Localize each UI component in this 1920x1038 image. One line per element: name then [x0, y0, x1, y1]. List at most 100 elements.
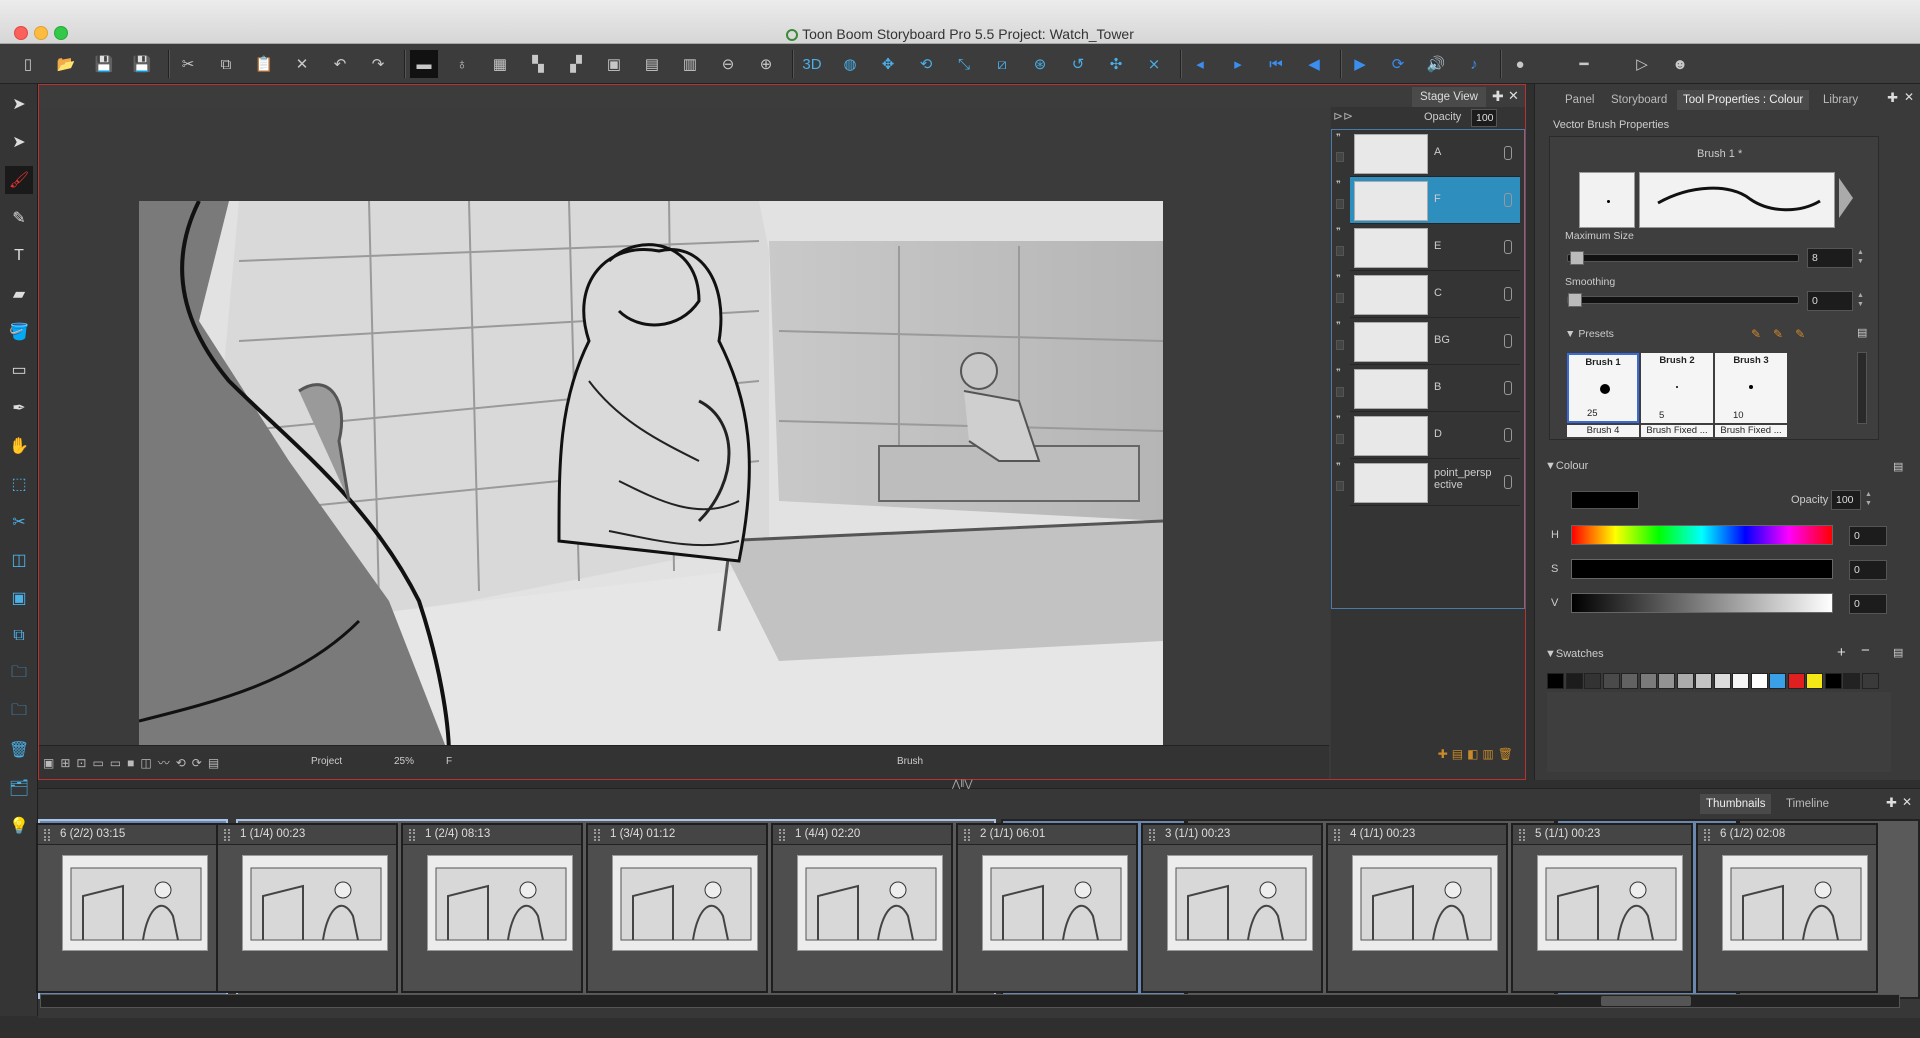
close-panel-tab-icon[interactable]: ✕	[1904, 90, 1914, 104]
storyboard-panel[interactable]: 1 (1/4) 00:23	[216, 823, 398, 993]
delete-panel-icon[interactable]: 🗑	[5, 736, 33, 764]
select-arrow-icon[interactable]: ➤	[5, 90, 33, 118]
hue-slider[interactable]	[1571, 525, 1833, 545]
colour-swatch[interactable]	[1695, 673, 1712, 689]
transform-arrow-icon[interactable]: ➤	[5, 128, 33, 156]
max-size-slider[interactable]	[1567, 251, 1799, 265]
3d-icon[interactable]: 3D	[798, 50, 826, 78]
expand-layers-icon[interactable]: ⊳⊳	[1333, 109, 1353, 123]
redo-icon[interactable]: ↷	[364, 50, 392, 78]
storyboard-panel[interactable]: 4 (1/1) 00:23	[1326, 823, 1508, 993]
person-icon[interactable]: ☻	[1666, 50, 1694, 78]
panel-grip-icon[interactable]	[1334, 829, 1340, 841]
layer-visibility-icon[interactable]: ❞	[1336, 367, 1341, 378]
value-slider[interactable]	[1571, 593, 1833, 613]
panel-grip-icon[interactable]	[44, 829, 50, 841]
colour-swatch[interactable]	[1824, 673, 1842, 689]
add-thumb-tab-icon[interactable]: ✚	[1886, 795, 1897, 811]
play-icon[interactable]: ▶	[1346, 50, 1374, 78]
pencil-icon[interactable]: ✎	[5, 204, 33, 232]
eraser-icon[interactable]: ▰	[5, 280, 33, 308]
smoothing-slider[interactable]	[1567, 293, 1799, 307]
bounding-box-icon[interactable]: ⬚	[5, 470, 33, 498]
layer-lock-icon[interactable]	[1336, 434, 1344, 444]
panel-grip-icon[interactable]	[594, 829, 600, 841]
colour-opacity-spinner[interactable]: ▲ ▼	[1865, 490, 1872, 508]
storyboard-panel[interactable]: 2 (1/1) 06:01	[956, 823, 1138, 993]
open-icon[interactable]: 📂	[52, 50, 80, 78]
layer-lock-icon[interactable]	[1336, 246, 1344, 256]
stage-area[interactable]	[39, 107, 1329, 755]
paste-icon[interactable]: 📋	[250, 50, 278, 78]
colour-swatch[interactable]	[1602, 673, 1620, 689]
tab-library[interactable]: Library	[1817, 90, 1864, 110]
text-icon[interactable]: T	[5, 242, 33, 270]
camera-icon[interactable]: ◍	[836, 50, 864, 78]
layer-link-icon[interactable]	[1504, 381, 1512, 395]
preset-scrollbar[interactable]	[1857, 352, 1867, 424]
first-icon[interactable]: ⏮	[1262, 50, 1290, 78]
layer-visibility-icon[interactable]: ❞	[1336, 132, 1341, 143]
layer-visibility-icon[interactable]: ❞	[1336, 414, 1341, 425]
grid-icon[interactable]: ▦	[486, 50, 514, 78]
brush-preset[interactable]: Brush 3 10	[1715, 353, 1787, 423]
brush-stroke-next-icon[interactable]	[1839, 178, 1853, 218]
layer-link-icon[interactable]	[1504, 475, 1512, 489]
scrub-icon[interactable]: ♪	[1460, 50, 1488, 78]
colour-swatch[interactable]	[1787, 673, 1805, 689]
new-icon[interactable]: ▯	[14, 50, 42, 78]
storyboard-panel[interactable]: 1 (3/4) 01:12	[586, 823, 768, 993]
horizontal-scrollbar[interactable]	[40, 994, 1900, 1008]
add-view-icon[interactable]: ✚	[1492, 88, 1504, 105]
colour-menu-icon[interactable]: ▤	[1893, 460, 1903, 473]
preset-menu-icon[interactable]: ▤	[1857, 326, 1867, 339]
snap-icon[interactable]: ⨯	[1140, 50, 1168, 78]
sound-icon[interactable]: 🔊	[1422, 50, 1450, 78]
layer-lock-icon[interactable]	[1336, 481, 1344, 491]
layer-tool-icon[interactable]: ◫	[5, 546, 33, 574]
layer-row[interactable]: ❞ E	[1336, 224, 1520, 271]
layout4-icon[interactable]: ▤	[638, 50, 666, 78]
colour-swatch[interactable]	[1547, 673, 1564, 689]
add-swatch-icon[interactable]: +	[1837, 644, 1846, 661]
storyboard-panel[interactable]: 5 (1/1) 00:23	[1511, 823, 1693, 993]
colour-swatch[interactable]	[1750, 673, 1768, 689]
layer-visibility-icon[interactable]: ❞	[1336, 320, 1341, 331]
panel-grip-icon[interactable]	[964, 829, 970, 841]
smoothing-knob[interactable]	[1568, 293, 1582, 307]
presets-heading[interactable]: ▼ Presets	[1565, 328, 1614, 340]
layer-lock-icon[interactable]	[1336, 199, 1344, 209]
smoothing-field[interactable]: 0	[1807, 291, 1853, 311]
layer-row[interactable]: ❞ D	[1336, 412, 1520, 459]
light-table-icon[interactable]: ♁	[448, 50, 476, 78]
brush-preset-row2[interactable]: Brush Fixed ...	[1715, 425, 1787, 437]
layer-row[interactable]: ❞ B	[1336, 365, 1520, 412]
skew-icon[interactable]: ⧄	[988, 50, 1016, 78]
save-icon[interactable]: 💾	[90, 50, 118, 78]
brush-preset-row2[interactable]: Brush Fixed ...	[1641, 425, 1713, 437]
layer-visibility-icon[interactable]: ❞	[1336, 273, 1341, 284]
zoom-level-value[interactable]: 25%	[394, 756, 414, 767]
tab-stage-view[interactable]: Stage View	[1412, 87, 1486, 107]
colour-swatch[interactable]	[1806, 673, 1823, 689]
loop-icon[interactable]: ⟳	[1384, 50, 1412, 78]
add-scene-icon[interactable]: 🗀	[5, 660, 33, 688]
brush-preset[interactable]: Brush 2 5	[1641, 353, 1713, 423]
value-field[interactable]: 0	[1849, 594, 1887, 614]
zoom-out-icon[interactable]: ⊖	[714, 50, 742, 78]
current-colour-swatch[interactable]	[1571, 491, 1639, 509]
layer-row[interactable]: ❞ A	[1336, 130, 1520, 177]
colour-swatch[interactable]	[1639, 673, 1657, 689]
layout2-icon[interactable]: ▞	[562, 50, 590, 78]
storyboard-panel[interactable]: 3 (1/1) 00:23	[1141, 823, 1323, 993]
paint-bucket-icon[interactable]: 🪣	[5, 318, 33, 346]
smoothing-spinner[interactable]: ▲ ▼	[1857, 291, 1864, 309]
reset-icon[interactable]: ↺	[1064, 50, 1092, 78]
storyboard-panel[interactable]: 1 (2/4) 08:13	[401, 823, 583, 993]
preset-actions[interactable]: ✎✎✎	[1751, 327, 1817, 341]
camera-mode-value[interactable]: Project	[311, 756, 342, 767]
tab-timeline[interactable]: Timeline	[1780, 794, 1835, 814]
colour-swatch[interactable]	[1584, 673, 1601, 689]
layer-row[interactable]: ❞ C	[1336, 271, 1520, 318]
tab-storyboard[interactable]: Storyboard	[1605, 90, 1673, 110]
